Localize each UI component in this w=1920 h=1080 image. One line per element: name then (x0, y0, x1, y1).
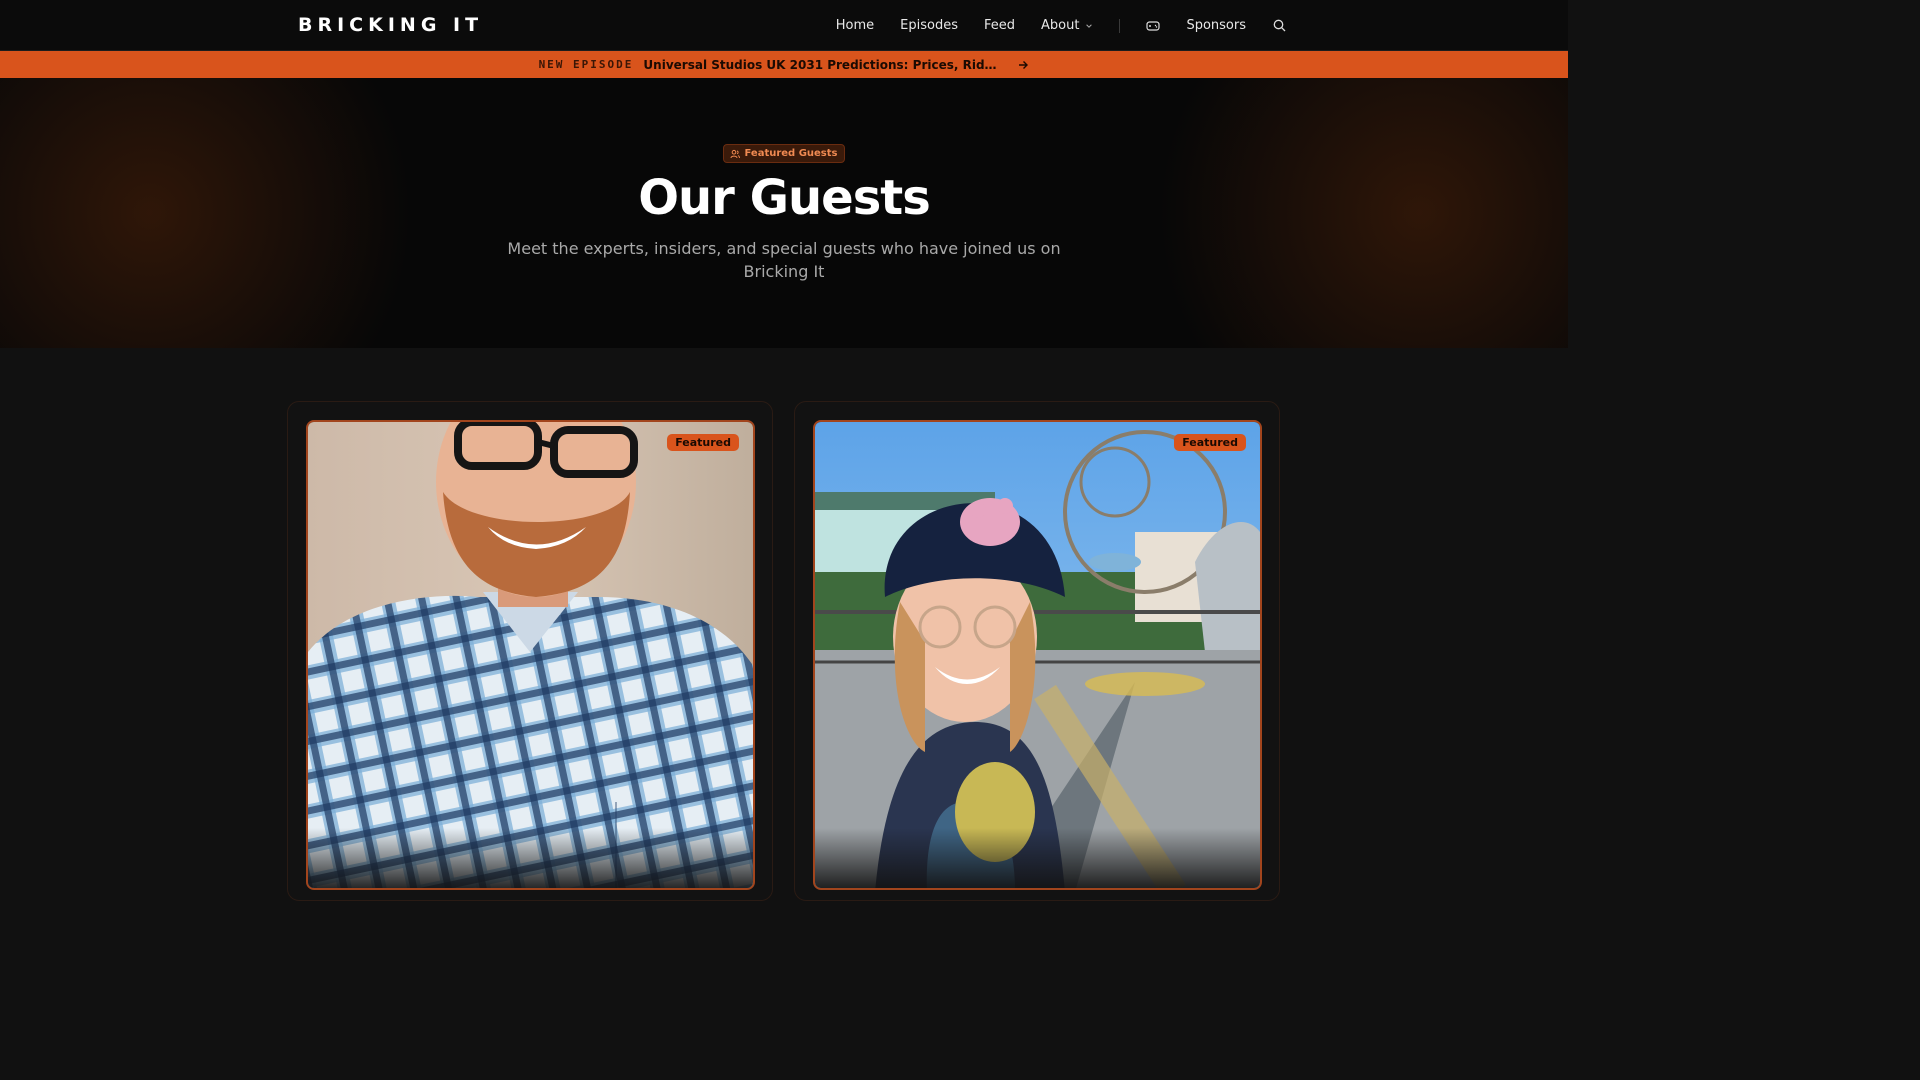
nav-episodes-link[interactable]: Episodes (900, 18, 958, 33)
nav-home-link[interactable]: Home (836, 18, 874, 33)
featured-badge: Featured (667, 434, 739, 451)
gamepad-icon[interactable] (1146, 19, 1161, 33)
chevron-down-icon (1086, 23, 1093, 28)
users-icon (730, 149, 741, 158)
photo-fade (815, 828, 1260, 888)
new-episode-tag: NEW EPISODE (538, 58, 634, 71)
nav-feed-link[interactable]: Feed (984, 18, 1015, 33)
nav-about-label: About (1041, 18, 1080, 33)
guest-portrait-image (815, 422, 1260, 888)
guest-portrait-image (308, 422, 753, 888)
nav-divider (1119, 18, 1121, 33)
guest-card[interactable]: Featured (794, 401, 1280, 901)
featured-guests-chip: Featured Guests (723, 144, 845, 163)
new-episode-banner[interactable]: NEW EPISODE Universal Studios UK 2031 Pr… (0, 51, 1568, 78)
hero-section: Featured Guests Our Guests Meet the expe… (0, 78, 1568, 348)
photo-fade (308, 828, 753, 888)
page-subtitle: Meet the experts, insiders, and special … (507, 239, 1061, 281)
arrow-right-icon[interactable] (1017, 59, 1029, 71)
chip-label: Featured Guests (744, 148, 838, 159)
guest-photo[interactable]: Featured (306, 420, 755, 890)
new-episode-title[interactable]: Universal Studios UK 2031 Predictions: P… (643, 58, 1003, 72)
guest-photo[interactable]: Featured (813, 420, 1262, 890)
nav-about-dropdown[interactable]: About (1041, 18, 1093, 33)
search-icon[interactable] (1272, 19, 1286, 33)
featured-badge: Featured (1174, 434, 1246, 451)
site-logo[interactable]: BRICKING IT (298, 14, 483, 36)
nav-sponsors-link[interactable]: Sponsors (1186, 18, 1246, 33)
page-title: Our Guests (638, 170, 931, 226)
guest-card[interactable]: Featured (287, 401, 773, 901)
nav-links: Home Episodes Feed About Sponsors (810, 0, 1286, 51)
top-navbar: BRICKING IT Home Episodes Feed About Spo… (0, 0, 1568, 51)
